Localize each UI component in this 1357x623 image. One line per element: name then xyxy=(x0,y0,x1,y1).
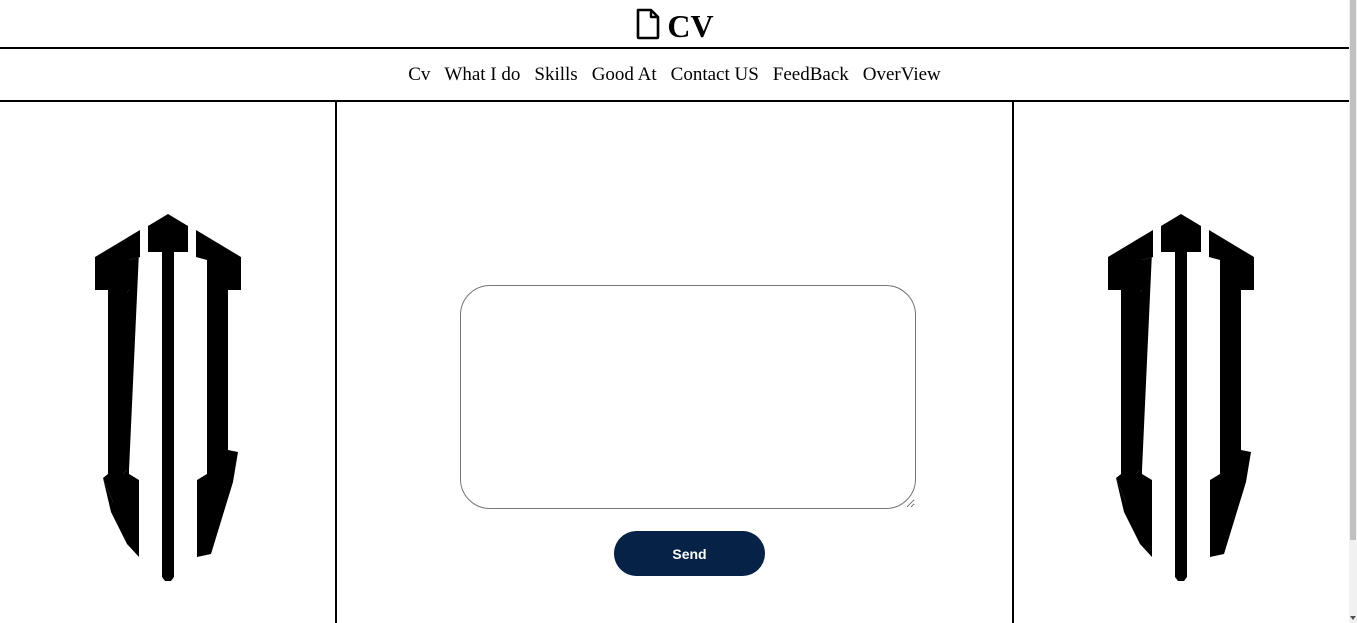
main-content: Send xyxy=(337,102,1012,623)
page-scrollbar[interactable] xyxy=(1349,0,1357,623)
file-icon xyxy=(635,8,661,40)
scrollbar-thumb[interactable] xyxy=(1350,0,1356,540)
trident-logo xyxy=(95,214,241,581)
nav-link-good-at[interactable]: Good At xyxy=(592,64,657,86)
main-nav: Cv What I do Skills Good At Contact US F… xyxy=(0,49,1349,102)
nav-link-feedback[interactable]: FeedBack xyxy=(773,64,849,86)
site-header: CV xyxy=(0,0,1349,49)
brand: CV xyxy=(635,6,714,44)
nav-link-overview[interactable]: OverView xyxy=(863,64,941,86)
left-panel xyxy=(0,102,337,623)
right-panel xyxy=(1012,102,1351,623)
page: CV Cv What I do Skills Good At Contact U… xyxy=(0,0,1349,623)
nav-link-contact-us[interactable]: Contact US xyxy=(671,64,759,86)
scroll-down-icon[interactable] xyxy=(1350,616,1356,620)
nav-link-skills[interactable]: Skills xyxy=(534,64,577,86)
trident-logo xyxy=(1108,214,1254,581)
site-title: CV xyxy=(667,7,714,44)
send-button[interactable]: Send xyxy=(614,531,765,576)
message-textarea[interactable] xyxy=(460,285,916,509)
nav-link-cv[interactable]: Cv xyxy=(408,64,430,86)
nav-link-what-i-do[interactable]: What I do xyxy=(444,64,520,86)
